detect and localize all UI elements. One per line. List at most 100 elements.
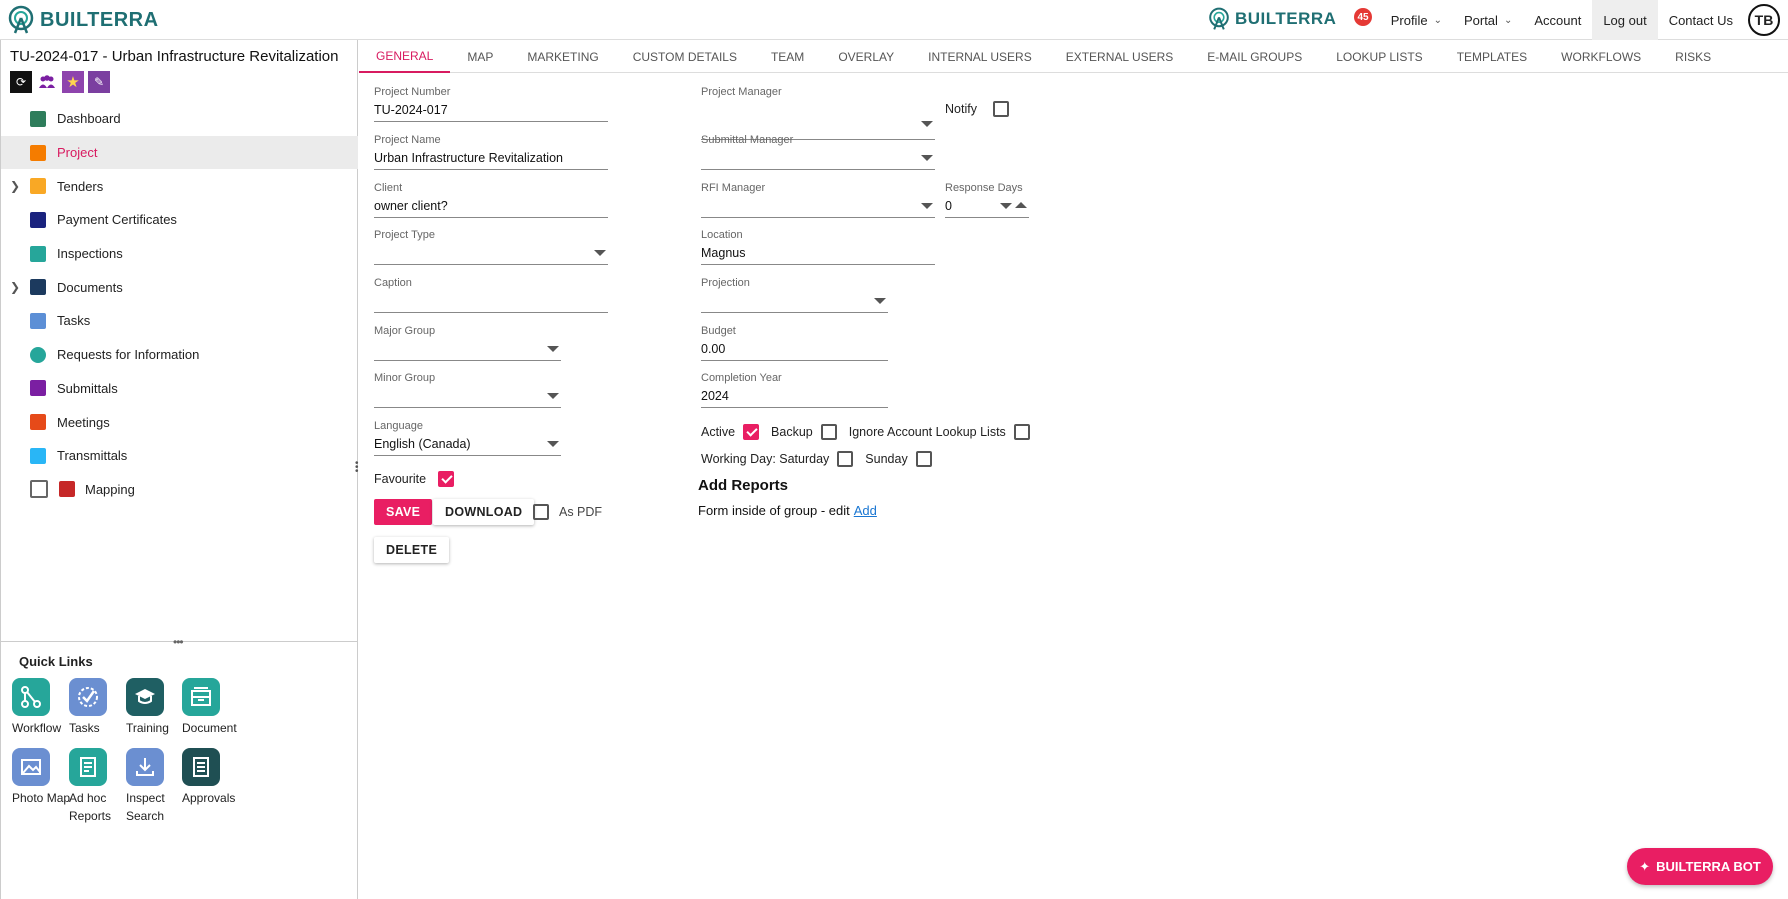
dropdown-arrow-icon[interactable] xyxy=(921,121,933,127)
sunday-checkbox[interactable] xyxy=(915,451,932,467)
language-field[interactable]: Language English (Canada) xyxy=(374,420,561,456)
sidebar-item-inspections[interactable]: Inspections xyxy=(1,237,358,271)
dropdown-arrow-icon[interactable] xyxy=(921,203,933,209)
builterra-logo[interactable]: BUILTERRA xyxy=(6,5,159,35)
add-report-link[interactable]: Add xyxy=(854,503,877,518)
submittal-manager-select[interactable] xyxy=(701,146,935,170)
caption-input[interactable] xyxy=(374,289,608,313)
dropdown-arrow-icon[interactable] xyxy=(547,346,559,352)
portal-menu[interactable]: Portal ⌄ xyxy=(1453,0,1523,40)
avatar[interactable]: TB xyxy=(1748,4,1780,36)
projection-select[interactable] xyxy=(701,289,888,313)
team-icon[interactable] xyxy=(36,71,58,93)
major-group-select[interactable] xyxy=(374,337,561,361)
account-link[interactable]: Account xyxy=(1523,0,1592,40)
resize-handle-icon[interactable]: • • • xyxy=(355,459,359,477)
sidebar-item-transmittals[interactable]: Transmittals xyxy=(1,439,358,473)
notify-checkbox[interactable] xyxy=(992,101,1009,117)
rfi-manager-select[interactable] xyxy=(701,194,935,218)
project-type-field[interactable]: Project Type xyxy=(374,229,608,265)
client-field[interactable]: Client owner client? xyxy=(374,182,608,218)
profile-menu[interactable]: Profile ⌄ xyxy=(1380,0,1453,40)
budget-input[interactable]: 0.00 xyxy=(701,337,888,361)
ignore-lookup-checkbox[interactable] xyxy=(1013,424,1030,440)
project-manager-field[interactable]: Project Manager xyxy=(701,86,935,140)
project-number-field[interactable]: Project Number TU-2024-017 xyxy=(374,86,608,122)
sidebar-item-project[interactable]: Project xyxy=(1,135,358,170)
submittal-manager-field[interactable]: Submittal Manager xyxy=(701,134,935,170)
as-pdf-checkbox[interactable] xyxy=(533,504,549,520)
contact-us-link[interactable]: Contact Us xyxy=(1658,0,1744,40)
chevron-right-icon[interactable]: ❯ xyxy=(10,280,20,294)
tab-external-users[interactable]: EXTERNAL USERS xyxy=(1049,40,1191,73)
quick-link-inspect-search[interactable]: Inspect Search xyxy=(126,748,186,825)
major-group-field[interactable]: Major Group xyxy=(374,325,561,361)
tab-risks[interactable]: RISKS xyxy=(1658,40,1728,73)
sidebar-item-tasks[interactable]: Tasks xyxy=(1,304,358,338)
sidebar-item-documents[interactable]: ❯ Documents xyxy=(1,270,358,304)
response-days-field[interactable]: Response Days 0 xyxy=(945,182,1029,218)
favourite-star-icon[interactable]: ★ xyxy=(62,71,84,93)
rfi-manager-field[interactable]: RFI Manager xyxy=(701,182,935,218)
mapping-checkbox[interactable] xyxy=(30,480,48,499)
quick-link-approvals[interactable]: Approvals xyxy=(182,748,242,807)
minor-group-field[interactable]: Minor Group xyxy=(374,372,561,408)
favourite-checkbox[interactable] xyxy=(438,471,455,487)
completion-year-field[interactable]: Completion Year 2024 xyxy=(701,372,888,408)
tab-templates[interactable]: TEMPLATES xyxy=(1440,40,1544,73)
increment-icon[interactable] xyxy=(1015,202,1027,208)
chevron-right-icon[interactable]: ❯ xyxy=(10,179,20,193)
tab-lookup-lists[interactable]: LOOKUP LISTS xyxy=(1319,40,1439,73)
tab-team[interactable]: TEAM xyxy=(754,40,821,73)
tab-workflows[interactable]: WORKFLOWS xyxy=(1544,40,1658,73)
response-days-input[interactable]: 0 xyxy=(945,194,1029,218)
tab-custom-details[interactable]: CUSTOM DETAILS xyxy=(616,40,754,73)
minor-group-select[interactable] xyxy=(374,384,561,408)
dropdown-arrow-icon[interactable] xyxy=(874,298,886,304)
quick-link-workflow[interactable]: Workflow xyxy=(12,678,72,737)
delete-button[interactable]: DELETE xyxy=(374,537,450,563)
budget-field[interactable]: Budget 0.00 xyxy=(701,325,888,361)
sidebar-item-mapping[interactable]: Mapping xyxy=(1,473,358,507)
quick-link-training[interactable]: Training xyxy=(126,678,186,737)
active-checkbox[interactable] xyxy=(743,424,760,440)
caption-field[interactable]: Caption xyxy=(374,277,608,313)
dropdown-arrow-icon[interactable] xyxy=(547,441,559,447)
notification-badge[interactable]: 45 xyxy=(1354,8,1372,26)
drag-handle-icon[interactable]: ••• xyxy=(173,635,184,649)
sidebar-item-submittals[interactable]: Submittals xyxy=(1,372,358,406)
sidebar-item-rfi[interactable]: Requests for Information xyxy=(1,338,358,372)
refresh-icon[interactable]: ⟳ xyxy=(10,71,32,93)
tab-marketing[interactable]: MARKETING xyxy=(510,40,615,73)
backup-checkbox[interactable] xyxy=(820,424,837,440)
quick-link-document[interactable]: Document xyxy=(182,678,242,737)
tab-general[interactable]: GENERAL xyxy=(359,40,451,73)
edit-icon[interactable]: ✎ xyxy=(88,71,110,93)
sidebar-item-payment-certificates[interactable]: Payment Certificates xyxy=(1,203,358,237)
decrement-icon[interactable] xyxy=(1000,203,1012,209)
save-button[interactable]: SAVE xyxy=(374,499,433,525)
dropdown-arrow-icon[interactable] xyxy=(594,250,606,256)
quick-link-adhoc-reports[interactable]: Ad hoc Reports xyxy=(69,748,129,825)
sidebar-item-tenders[interactable]: ❯ Tenders xyxy=(1,169,358,203)
logout-button[interactable]: Log out xyxy=(1592,0,1658,40)
project-name-input[interactable]: Urban Infrastructure Revitalization xyxy=(374,146,608,170)
sidebar-item-meetings[interactable]: Meetings xyxy=(1,405,358,439)
saturday-checkbox[interactable] xyxy=(837,451,854,467)
quick-link-photo-map[interactable]: Photo Map xyxy=(12,748,72,807)
projection-field[interactable]: Projection xyxy=(701,277,888,313)
location-input[interactable]: Magnus xyxy=(701,241,935,265)
tab-internal-users[interactable]: INTERNAL USERS xyxy=(911,40,1049,73)
project-type-select[interactable] xyxy=(374,241,608,265)
completion-year-input[interactable]: 2024 xyxy=(701,384,888,408)
tab-map[interactable]: MAP xyxy=(450,40,510,73)
project-name-field[interactable]: Project Name Urban Infrastructure Revita… xyxy=(374,134,608,170)
dropdown-arrow-icon[interactable] xyxy=(547,393,559,399)
location-field[interactable]: Location Magnus xyxy=(701,229,935,265)
client-input[interactable]: owner client? xyxy=(374,194,608,218)
tab-overlay[interactable]: OVERLAY xyxy=(821,40,911,73)
dropdown-arrow-icon[interactable] xyxy=(921,155,933,161)
tab-email-groups[interactable]: E-MAIL GROUPS xyxy=(1190,40,1319,73)
download-button[interactable]: DOWNLOAD xyxy=(433,499,535,525)
project-number-input[interactable]: TU-2024-017 xyxy=(374,98,608,122)
